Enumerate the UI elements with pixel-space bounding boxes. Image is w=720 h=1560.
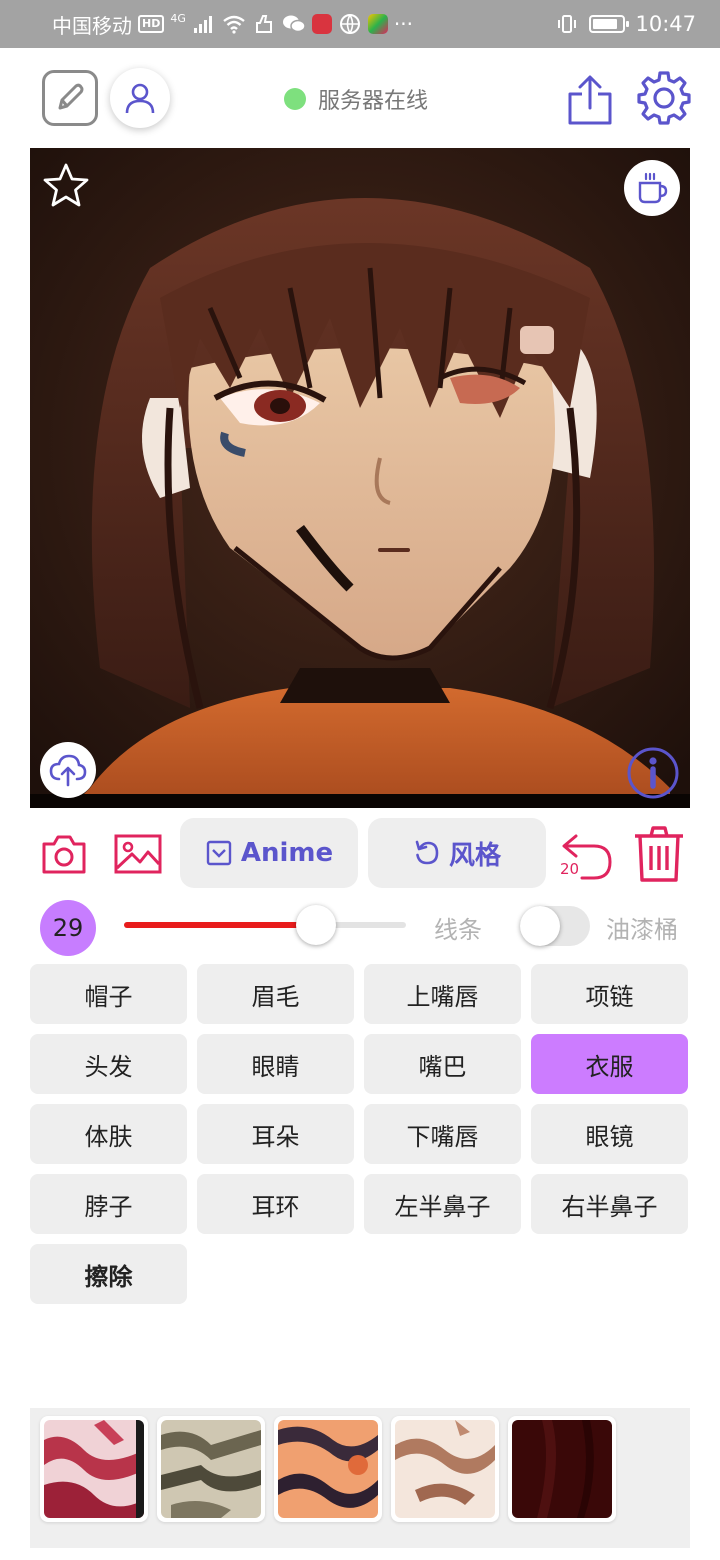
label-button[interactable]: 帽子 <box>30 964 187 1024</box>
coffee-icon <box>638 172 668 204</box>
texture-palette <box>30 1408 690 1548</box>
gallery-button[interactable] <box>112 828 164 880</box>
label-button[interactable]: 体肤 <box>30 1104 187 1164</box>
undo-count: 20 <box>560 860 580 878</box>
status-bar: 中国移动 HD 4G ··· 10:47 <box>0 0 720 48</box>
edit-square-icon <box>58 83 84 110</box>
donate-button[interactable] <box>624 160 680 216</box>
image-icon <box>114 834 162 874</box>
brush-size-indicator: 29 <box>40 900 96 956</box>
texture-swatch-pink[interactable] <box>40 1416 148 1522</box>
settings-button[interactable] <box>636 70 692 126</box>
upload-button[interactable] <box>40 742 96 798</box>
server-status: 服务器在线 <box>284 84 428 114</box>
carrier-name: 中国移动 <box>52 13 132 38</box>
favorite-button[interactable] <box>42 162 90 210</box>
texture-swatch-pink-image <box>44 1420 144 1518</box>
label-button[interactable]: 脖子 <box>30 1174 187 1234</box>
wifi-icon <box>222 12 246 36</box>
brush-settings: 29 线条 油漆桶 <box>0 896 720 960</box>
wechat-icon <box>282 12 306 36</box>
user-icon <box>125 83 155 114</box>
notification-app-icon <box>252 12 276 36</box>
server-status-text: 服务器在线 <box>318 89 429 114</box>
brush-size-slider-thumb[interactable] <box>295 905 336 945</box>
texture-swatch-olive[interactable] <box>157 1416 265 1522</box>
generated-portrait-image <box>30 148 690 808</box>
segment-label-grid: 帽子 眉毛 上嘴唇 项链头发 眼睛 嘴巴 衣服体肤 耳朵 下嘴唇 眼镜脖子 耳环 左半鼻子 右半鼻子擦除 <box>30 964 690 1304</box>
share-icon <box>568 75 612 125</box>
label-button[interactable]: 嘴巴 <box>364 1034 521 1094</box>
vibrate-icon <box>555 12 579 36</box>
camera-icon <box>42 835 86 874</box>
edit-button[interactable] <box>42 70 98 126</box>
texture-swatch-orange-image <box>278 1420 378 1518</box>
label-button[interactable]: 左半鼻子 <box>364 1174 521 1234</box>
browser-app-icon <box>338 12 362 36</box>
status-bar-left: 中国移动 HD 4G ··· <box>52 10 413 38</box>
top-bar: 服务器在线 <box>0 48 720 148</box>
texture-swatch-dark-red[interactable] <box>508 1416 616 1522</box>
more-notifications: ··· <box>393 12 413 36</box>
clock: 10:47 <box>635 12 696 36</box>
paint-bucket-toggle[interactable] <box>520 906 590 946</box>
label-button[interactable]: 上嘴唇 <box>364 964 521 1024</box>
brush-size-slider[interactable] <box>124 905 406 945</box>
label-button[interactable]: 项链 <box>531 964 688 1024</box>
label-button[interactable]: 耳环 <box>197 1174 354 1234</box>
texture-swatch-tan-image <box>395 1420 495 1518</box>
hd-badge: HD <box>138 15 165 33</box>
line-mode-label: 线条 <box>434 916 482 944</box>
refresh-icon <box>415 840 439 865</box>
style-label: 风格 <box>448 840 501 871</box>
texture-swatch-dark-red-image <box>512 1420 612 1518</box>
anime-mode-button[interactable]: Anime <box>180 818 358 888</box>
label-button[interactable]: 擦除 <box>30 1244 187 1304</box>
signal-icon <box>192 12 216 36</box>
label-button[interactable]: 耳朵 <box>197 1104 354 1164</box>
gear-icon <box>637 71 691 125</box>
star-icon <box>43 163 89 207</box>
label-button[interactable]: 眼镜 <box>531 1104 688 1164</box>
info-icon <box>627 747 679 799</box>
texture-swatch-orange[interactable] <box>274 1416 382 1522</box>
trash-icon <box>635 826 683 882</box>
label-button[interactable]: 右半鼻子 <box>531 1174 688 1234</box>
paint-bucket-label: 油漆桶 <box>606 916 678 944</box>
server-status-dot <box>284 88 306 110</box>
drawing-canvas[interactable] <box>30 148 690 808</box>
label-button[interactable]: 眼睛 <box>197 1034 354 1094</box>
camera-button[interactable] <box>40 830 88 878</box>
brush-size-slider-fill <box>124 922 316 928</box>
label-button[interactable]: 下嘴唇 <box>364 1104 521 1164</box>
texture-swatch-olive-image <box>161 1420 261 1518</box>
texture-swatch-tan[interactable] <box>391 1416 499 1522</box>
reader-app-icon <box>311 14 332 34</box>
label-button[interactable]: 衣服 <box>531 1034 688 1094</box>
share-button[interactable] <box>566 74 614 126</box>
paint-bucket-toggle-knob <box>520 906 560 946</box>
user-button[interactable] <box>110 68 170 128</box>
delete-button[interactable] <box>632 824 686 884</box>
status-bar-right: 10:47 <box>555 10 696 38</box>
game-app-icon <box>367 14 388 34</box>
info-button[interactable] <box>626 746 680 800</box>
style-button[interactable]: 风格 <box>368 818 546 888</box>
battery-icon <box>589 15 630 33</box>
network-type: 4G <box>170 12 186 25</box>
label-button[interactable]: 眉毛 <box>197 964 354 1024</box>
tool-bar: Anime 风格 20 <box>0 816 720 892</box>
checkbox-icon <box>206 840 232 866</box>
label-button[interactable]: 头发 <box>30 1034 187 1094</box>
undo-button[interactable]: 20 <box>556 826 616 886</box>
anime-mode-label: Anime <box>240 838 334 868</box>
cloud-upload-icon <box>49 754 87 787</box>
